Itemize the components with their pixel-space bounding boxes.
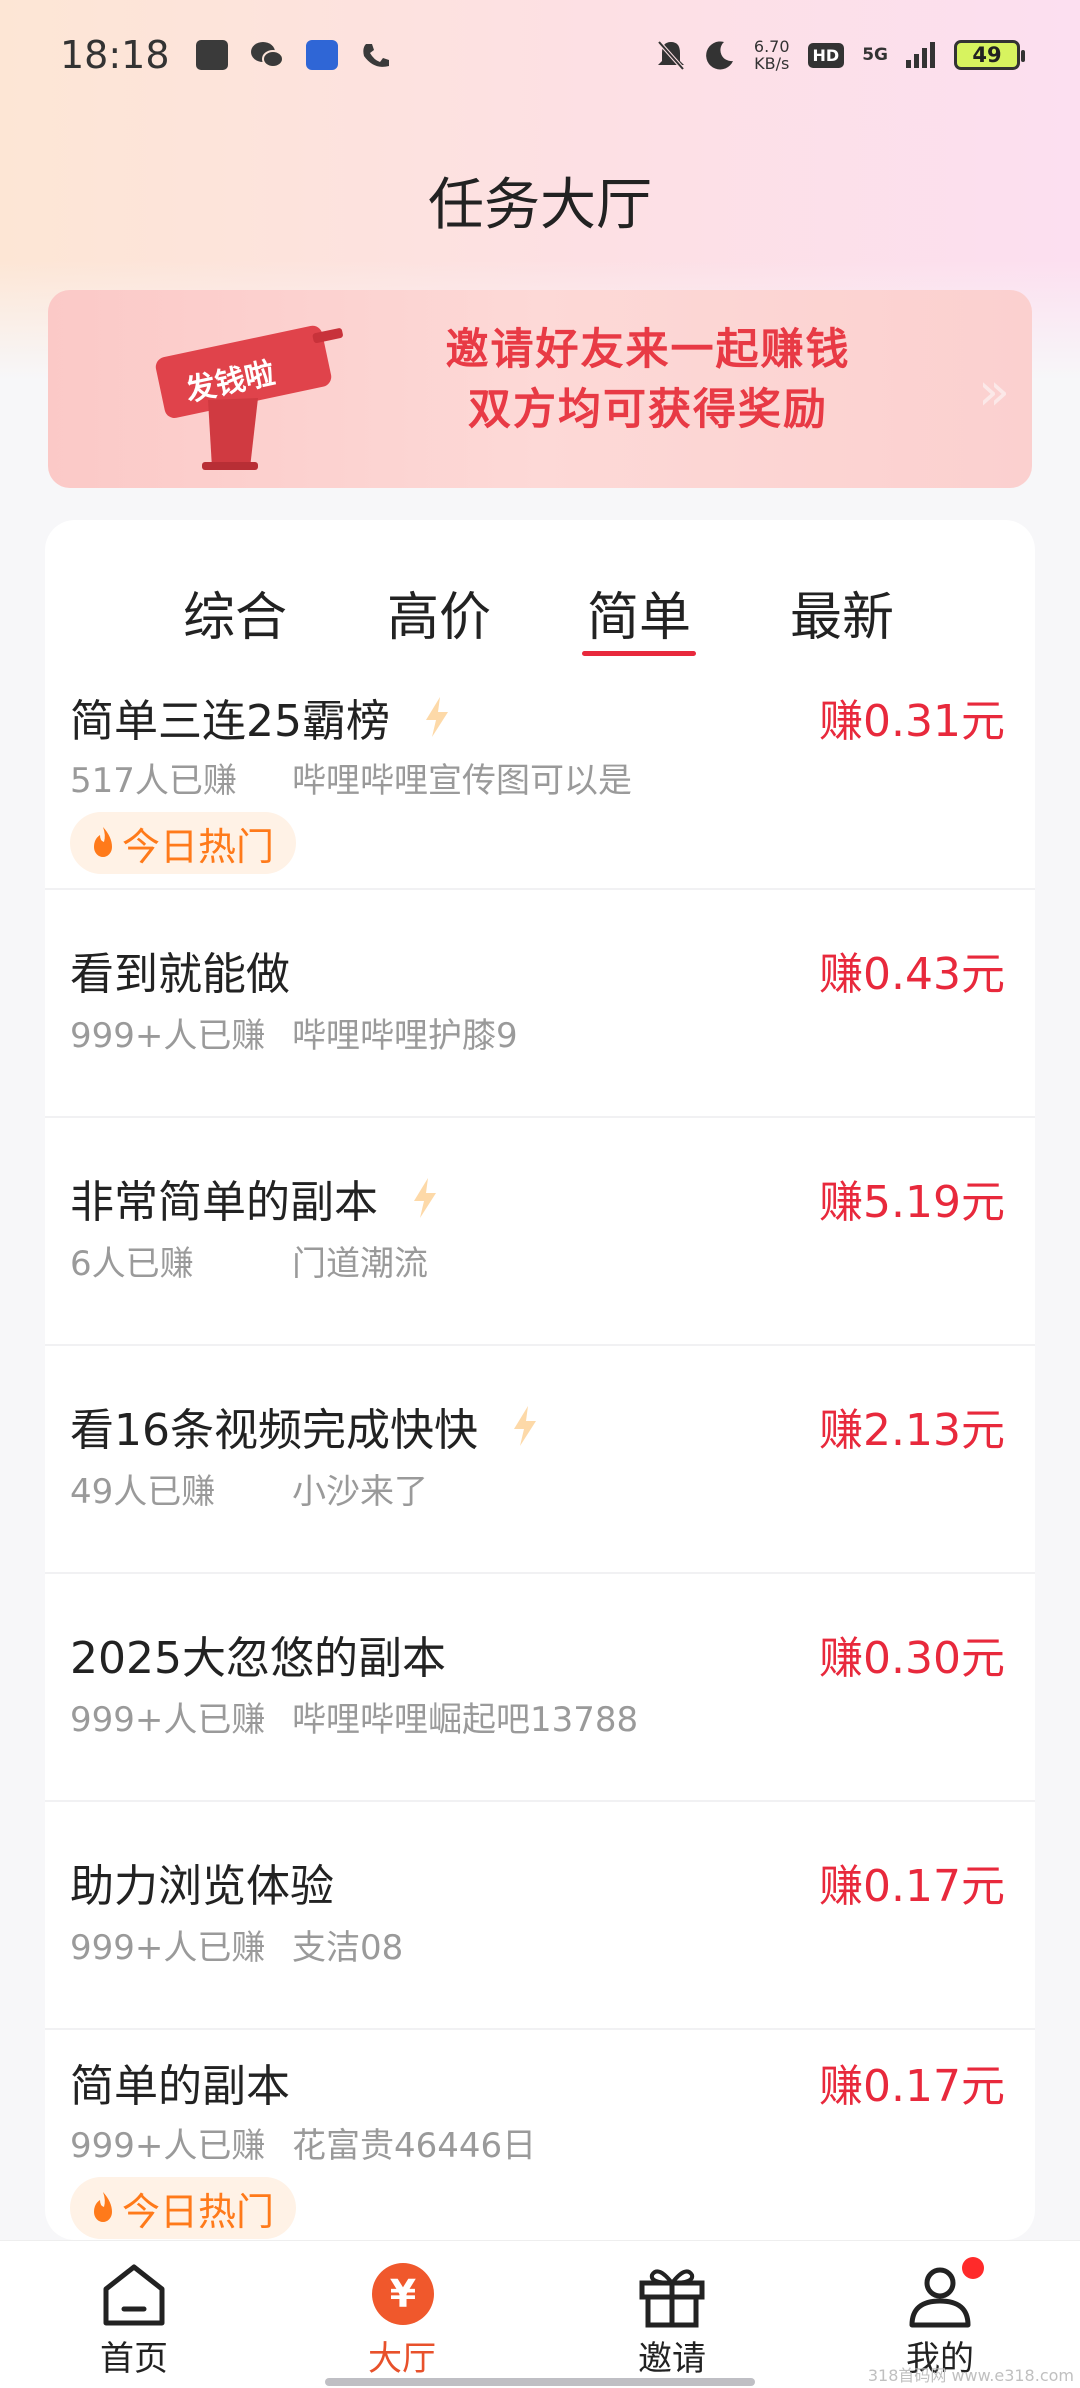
earned-count: 517人已赚: [70, 761, 237, 801]
task-reward: 赚0.31元: [819, 696, 1005, 747]
task-item[interactable]: 助力浏览体验 赚0.17元 999+人已赚 支洁08: [45, 1802, 1035, 2030]
money-gun-icon: 发钱啦: [155, 325, 343, 470]
task-meta: 999+人已赚 花富贵46446日: [70, 2118, 536, 2167]
hd-badge: HD: [807, 42, 845, 68]
task-reward: 赚0.17元: [819, 1861, 1005, 1912]
missed-call-icon: [362, 44, 389, 67]
nav-hall[interactable]: ¥ 大厅: [302, 2241, 502, 2388]
home-indicator[interactable]: [325, 2378, 755, 2386]
notification-dot: [962, 2257, 984, 2279]
nav-home[interactable]: 首页: [34, 2241, 234, 2388]
task-reward: 赚0.43元: [819, 949, 1005, 1000]
network-type: 5G: [862, 45, 888, 65]
task-meta: 999+人已赚 哔哩哔哩崛起吧13788: [70, 1692, 638, 1741]
nav-label: 邀请: [638, 2339, 706, 2379]
task-title: 看到就能做: [70, 949, 290, 1000]
earned-count: 999+人已赚: [70, 2126, 266, 2166]
gift-icon: [639, 2269, 705, 2328]
task-item[interactable]: 看到就能做 赚0.43元 999+人已赚 哔哩哔哩护膝9: [45, 890, 1035, 1118]
chevron-right-icon: »: [978, 362, 1010, 422]
banner-line-2: 双方均可获得奖励: [468, 385, 828, 435]
task-reward: 赚5.19元: [819, 1177, 1005, 1228]
earned-count: 6人已赚: [70, 1244, 194, 1284]
tab-high-price[interactable]: 高价: [387, 575, 491, 650]
task-item[interactable]: 非常简单的副本 赚5.19元 6人已赚 门道潮流: [45, 1118, 1035, 1346]
task-meta: 999+人已赚 支洁08: [70, 1920, 403, 1969]
status-time: 18:18: [60, 33, 170, 77]
banner-line-1: 邀请好友来一起赚钱: [445, 325, 851, 375]
task-meta: 49人已赚 小沙来了: [70, 1464, 428, 1513]
task-title: 2025大忽悠的副本: [70, 1633, 446, 1684]
flame-icon: [94, 827, 112, 857]
nav-invite[interactable]: 邀请: [572, 2241, 772, 2388]
task-author: 哔哩哔哩宣传图可以是: [292, 761, 632, 801]
banner-text: 邀请好友来一起赚钱 双方均可获得奖励: [368, 320, 928, 440]
home-icon: [103, 2264, 165, 2326]
moon-icon: [706, 41, 733, 70]
wechat-icon: [250, 42, 284, 68]
page-title: 任务大厅: [428, 173, 652, 238]
watermark: 318首码网 www.e318.com: [867, 2366, 1074, 2385]
task-author: 哔哩哔哩崛起吧13788: [292, 1700, 639, 1740]
earned-count: 999+人已赚: [70, 1928, 266, 1968]
task-title: 简单的副本: [70, 2061, 290, 2112]
hot-badge: 今日热门: [70, 812, 297, 874]
tab-simple[interactable]: 简单: [581, 575, 697, 656]
task-author: 小沙来了: [292, 1472, 428, 1512]
status-bar: 18:18 6.70 KB/s HD 5G 49: [0, 0, 1080, 110]
net-speed: 6.70 KB/s: [753, 37, 790, 73]
flame-icon: [94, 2192, 112, 2222]
lightning-icon: [426, 697, 448, 737]
task-meta: 6人已赚 门道潮流: [70, 1236, 428, 1285]
hot-badge: 今日热门: [70, 2177, 297, 2239]
system-icons: 6.70 KB/s HD 5G 49: [656, 37, 1025, 73]
earned-count: 49人已赚: [70, 1472, 216, 1512]
category-tabs: 综合 高价 简单 最新: [45, 575, 1035, 665]
nav-label: 大厅: [368, 2339, 436, 2379]
earned-count: 999+人已赚: [70, 1700, 266, 1740]
earned-count: 999+人已赚: [70, 1016, 266, 1056]
task-item[interactable]: 2025大忽悠的副本 赚0.30元 999+人已赚 哔哩哔哩崛起吧13788: [45, 1574, 1035, 1802]
lightning-icon: [414, 1178, 436, 1218]
baidu-icon: [305, 40, 338, 70]
yen-icon: ¥: [372, 2263, 434, 2325]
task-meta: 517人已赚 哔哩哔哩宣传图可以是: [70, 753, 632, 802]
lightning-icon: [514, 1406, 536, 1446]
task-item[interactable]: 简单的副本 赚0.17元 999+人已赚 花富贵46446日 今日热门: [45, 2030, 1035, 2240]
invite-banner[interactable]: 发钱啦 邀请好友来一起赚钱 双方均可获得奖励 »: [48, 290, 1032, 488]
task-reward: 赚2.13元: [819, 1405, 1005, 1456]
task-title: 简单三连25霸榜: [70, 685, 450, 749]
task-item[interactable]: 看16条视频完成快快 赚2.13元 49人已赚 小沙来了: [45, 1346, 1035, 1574]
calendar-icon: [195, 40, 228, 70]
task-list-card: 综合 高价 简单 最新 简单三连25霸榜 赚0.31元 517人已赚 哔哩哔哩宣…: [45, 520, 1035, 2240]
tab-comprehensive[interactable]: 综合: [183, 575, 287, 650]
mute-icon: [657, 40, 685, 71]
task-author: 支洁08: [292, 1928, 404, 1968]
task-title: 看16条视频完成快快: [70, 1394, 538, 1458]
task-title: 助力浏览体验: [70, 1861, 334, 1912]
task-author: 花富贵46446日: [292, 2126, 537, 2166]
notification-icons: [195, 40, 390, 70]
nav-label: 首页: [100, 2339, 168, 2379]
signal-icon: [906, 42, 935, 68]
task-title: 非常简单的副本: [70, 1166, 438, 1230]
task-reward: 赚0.30元: [819, 1633, 1005, 1684]
task-item[interactable]: 简单三连25霸榜 赚0.31元 517人已赚 哔哩哔哩宣传图可以是 今日热门: [45, 665, 1035, 890]
task-meta: 999+人已赚 哔哩哔哩护膝9: [70, 1008, 518, 1057]
task-author: 哔哩哔哩护膝9: [292, 1016, 518, 1056]
tab-latest[interactable]: 最新: [790, 575, 894, 650]
task-author: 门道潮流: [292, 1244, 428, 1284]
battery-indicator: 49: [954, 40, 1025, 70]
task-reward: 赚0.17元: [819, 2061, 1005, 2112]
